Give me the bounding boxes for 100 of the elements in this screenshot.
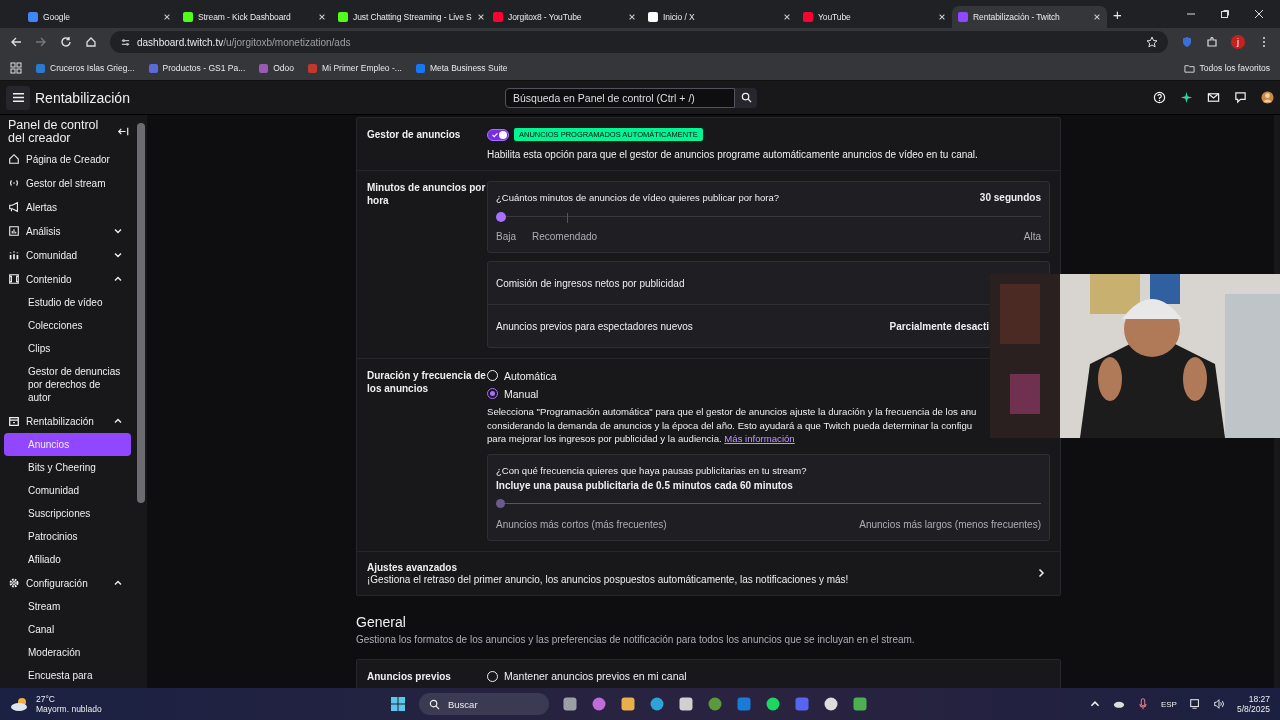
- mail-icon[interactable]: [1207, 91, 1220, 104]
- sidebar-item[interactable]: Encuesta para: [4, 664, 131, 687]
- site-icon: [648, 12, 658, 22]
- sidebar-item[interactable]: Configuración: [0, 571, 135, 595]
- bookmark-icon: [308, 63, 318, 73]
- sidebar-item[interactable]: Comunidad: [4, 479, 131, 502]
- bookmark[interactable]: Odoo: [259, 63, 295, 73]
- sidebar-item[interactable]: Gestor de denuncias por derechos de autor: [4, 360, 131, 409]
- restore-icon[interactable]: [1220, 9, 1230, 19]
- setting-label: Gestor de anuncios: [367, 128, 462, 142]
- close-icon[interactable]: [628, 13, 636, 21]
- search-button[interactable]: [735, 87, 757, 108]
- sidebar-item[interactable]: Estudio de vídeo: [4, 291, 131, 314]
- bookmark[interactable]: Mi Primer Empleo -...: [308, 63, 402, 73]
- app-icon[interactable]: [620, 696, 636, 712]
- clock-time[interactable]: 18:27: [1248, 694, 1270, 704]
- profile-avatar[interactable]: j: [1231, 35, 1245, 49]
- start-icon[interactable]: [390, 696, 406, 712]
- site-settings-icon[interactable]: [120, 36, 131, 48]
- slider-question: ¿Cuántos minutos de anuncios de vídeo quieres publicar por hora?: [496, 192, 780, 203]
- cloud-icon[interactable]: [10, 697, 30, 711]
- sidebar-item[interactable]: Colecciones: [4, 314, 131, 337]
- browser-tab[interactable]: YouTube: [797, 6, 952, 28]
- app-icon[interactable]: [765, 696, 781, 712]
- close-icon[interactable]: [163, 13, 171, 21]
- forward-icon[interactable]: [35, 36, 47, 48]
- volume-icon[interactable]: [1212, 698, 1225, 710]
- folder-icon: [1183, 62, 1195, 74]
- network-icon[interactable]: [1188, 698, 1201, 710]
- taskbar-search[interactable]: Buscar: [419, 693, 549, 715]
- close-icon[interactable]: [1254, 9, 1264, 19]
- browser-tab[interactable]: Rentabilización - Twitch: [952, 6, 1107, 28]
- bookmark[interactable]: Meta Business Suite: [415, 63, 508, 73]
- back-icon[interactable]: [10, 36, 22, 48]
- option-label[interactable]: Manual: [504, 387, 539, 400]
- app-icon[interactable]: [852, 696, 868, 712]
- home-icon[interactable]: [85, 36, 97, 48]
- chat-icon[interactable]: [1234, 91, 1247, 104]
- browser-tab[interactable]: Google: [22, 6, 177, 28]
- all-bookmarks-link[interactable]: Todos los favoritos: [1183, 62, 1270, 74]
- collapse-icon[interactable]: [117, 126, 129, 137]
- reload-icon[interactable]: [60, 36, 72, 48]
- sidebar-item[interactable]: Rentabilización: [0, 409, 135, 433]
- sidebar-item[interactable]: Clips: [4, 337, 131, 360]
- sidebar-item[interactable]: Página de Creador: [0, 147, 135, 171]
- sidebar-item[interactable]: Canal: [4, 618, 131, 641]
- sidebar-item[interactable]: Afiliado: [4, 548, 131, 571]
- bookmark[interactable]: Cruceros Islas Grieg...: [36, 63, 135, 73]
- app-icon[interactable]: [591, 696, 607, 712]
- star-icon[interactable]: [1146, 36, 1158, 48]
- app-icon[interactable]: [562, 696, 578, 712]
- site-icon: [28, 12, 38, 22]
- advanced-settings-row[interactable]: Ajustes avanzados ¡Gestiona el retraso del primer anuncio, los anuncios pospuestos automáticamente, las notificaciones y más!: [357, 551, 1060, 595]
- slider-track[interactable]: [496, 211, 1041, 223]
- close-icon[interactable]: [783, 13, 791, 21]
- option-label[interactable]: Automática: [504, 369, 557, 382]
- wallet-icon: [8, 415, 20, 427]
- slider-thumb[interactable]: [496, 499, 505, 508]
- sidebar-item[interactable]: Bits y Cheering: [4, 456, 131, 479]
- shield-icon[interactable]: [1181, 36, 1193, 48]
- close-icon[interactable]: [938, 13, 946, 21]
- close-icon[interactable]: [318, 13, 326, 21]
- sidebar-item[interactable]: Comunidad: [0, 243, 135, 267]
- browser-tab[interactable]: Jorgitox8 - YouTube: [487, 6, 642, 28]
- toggle-switch[interactable]: [487, 128, 509, 141]
- user-avatar[interactable]: [1261, 91, 1274, 104]
- search-field[interactable]: Búsqueda en Panel de control (Ctrl + /): [505, 87, 735, 108]
- clock-date[interactable]: 5/8/2025: [1236, 704, 1270, 714]
- language-indicator[interactable]: ESP: [1160, 699, 1177, 709]
- address-field[interactable]: dashboard.twitch.tv/u/jorgitoxb/monetization/ads: [110, 31, 1168, 53]
- sidebar-item[interactable]: Contenido: [0, 267, 135, 291]
- app-icon[interactable]: [823, 696, 839, 712]
- new-tab-button[interactable]: +: [1107, 5, 1128, 23]
- sparkle-icon[interactable]: [1180, 91, 1193, 104]
- sidebar-item[interactable]: Moderación: [4, 641, 131, 664]
- browser-tab[interactable]: Stream - Kick Dashboard: [177, 6, 332, 28]
- sidebar-item[interactable]: Alertas: [0, 195, 135, 219]
- app-icon[interactable]: [649, 696, 665, 712]
- sidebar-item[interactable]: Patrocinios: [4, 525, 131, 548]
- slider-label: Recomendado: [532, 231, 598, 242]
- app-icon[interactable]: [678, 696, 694, 712]
- microphone-icon[interactable]: [1136, 698, 1149, 710]
- help-icon[interactable]: [1153, 91, 1166, 104]
- apps-icon[interactable]: [10, 62, 22, 74]
- browser-tab[interactable]: Inicio / X: [642, 6, 797, 28]
- bookmark-icon: [148, 63, 158, 73]
- sidebar-item[interactable]: Suscripciones: [4, 502, 131, 525]
- sidebar-item[interactable]: Stream: [4, 595, 131, 618]
- sidebar-item[interactable]: Gestor del stream: [0, 171, 135, 195]
- puzzle-icon[interactable]: [1206, 36, 1218, 48]
- slider-thumb[interactable]: [496, 211, 506, 222]
- sidebar-item[interactable]: Anuncios: [4, 433, 131, 456]
- close-icon[interactable]: [476, 13, 485, 21]
- close-icon[interactable]: [1093, 13, 1101, 21]
- bookmark[interactable]: Productos - GS1 Pa...: [148, 63, 246, 73]
- sidebar-item[interactable]: Análisis: [0, 219, 135, 243]
- more-info-link[interactable]: Más información: [724, 433, 795, 444]
- menu-button[interactable]: [6, 85, 30, 110]
- option-label[interactable]: Mantener anuncios previos en mi canal: [504, 670, 687, 682]
- browser-tab[interactable]: Just Chatting Streaming - Live S: [332, 6, 487, 28]
